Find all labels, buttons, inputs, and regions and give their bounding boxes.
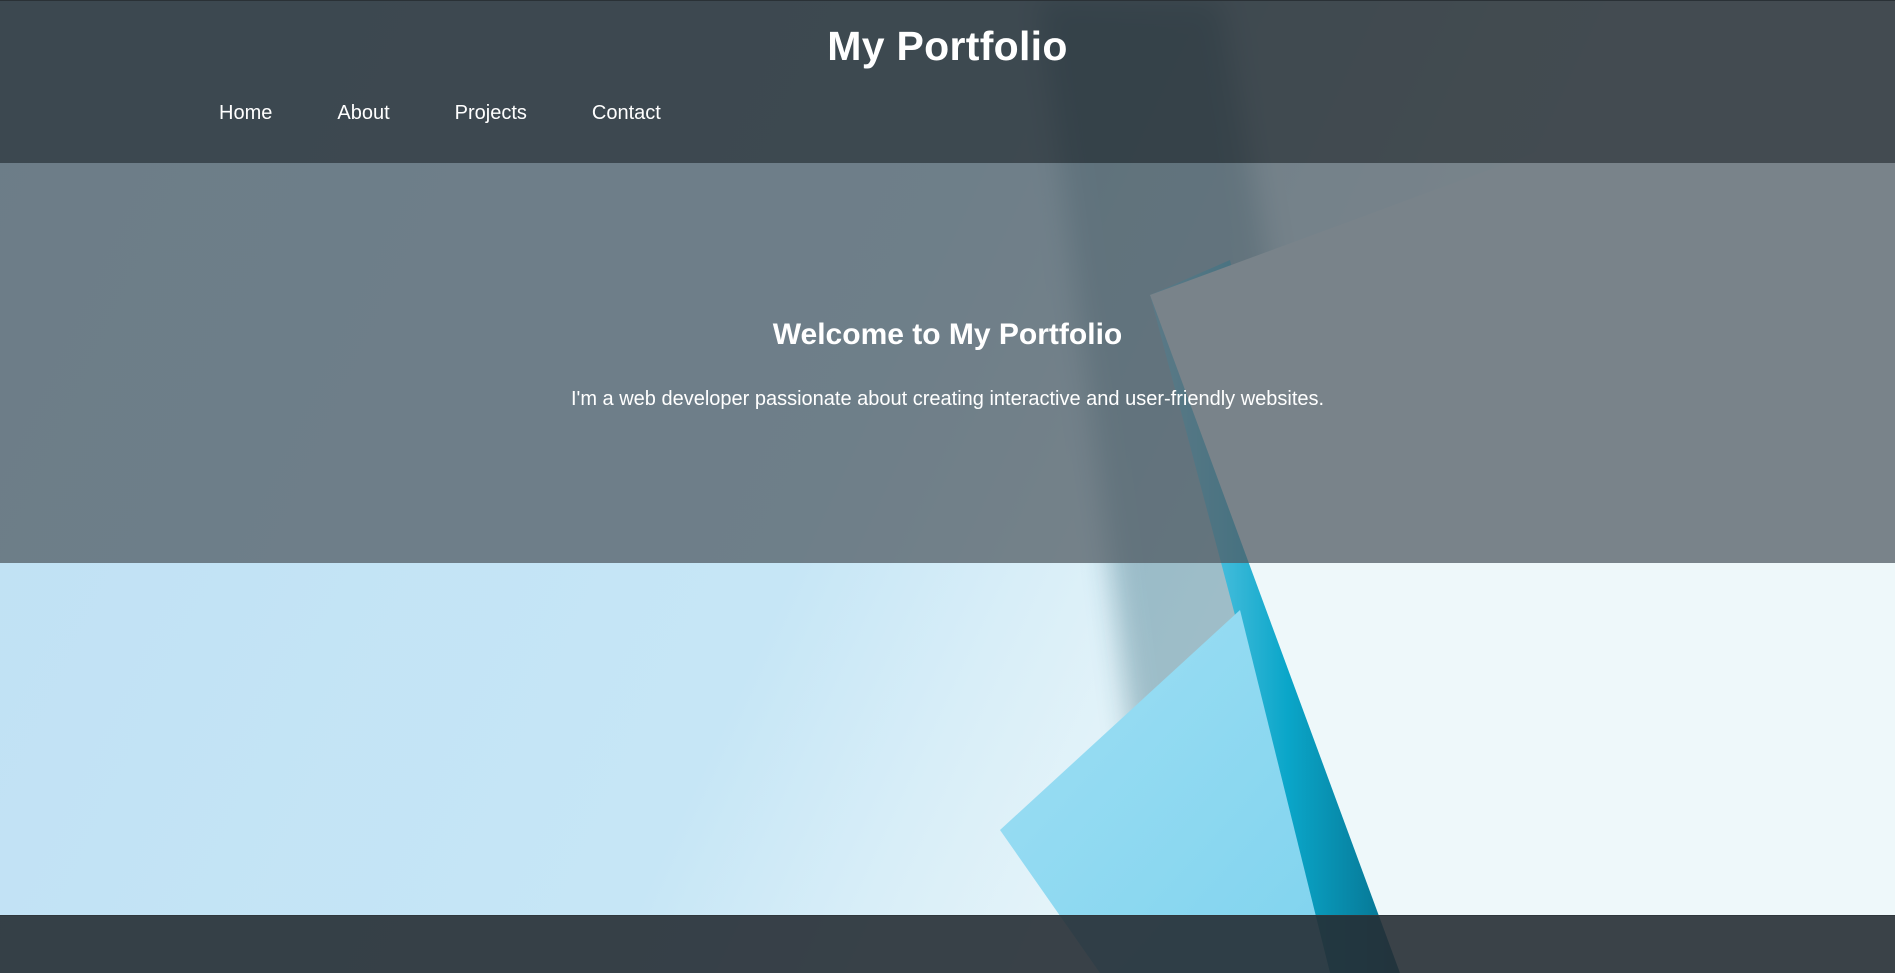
- nav-home-link[interactable]: Home: [219, 102, 272, 125]
- hero-title: Welcome to My Portfolio: [772, 318, 1123, 351]
- hero-section: Welcome to My Portfolio I'm a web develo…: [0, 163, 1895, 563]
- site-footer: [0, 915, 1895, 973]
- nav-about-link[interactable]: About: [337, 102, 389, 125]
- nav-contact-link[interactable]: Contact: [592, 102, 661, 125]
- hero-description: I'm a web developer passionate about cre…: [570, 388, 1325, 410]
- site-header: My Portfolio Home About Projects Contact: [0, 0, 1895, 163]
- page: My Portfolio Home About Projects Contact…: [0, 0, 1895, 973]
- nav-projects-link[interactable]: Projects: [455, 102, 527, 125]
- main-nav: Home About Projects Contact: [219, 102, 661, 125]
- site-title: My Portfolio: [827, 23, 1068, 69]
